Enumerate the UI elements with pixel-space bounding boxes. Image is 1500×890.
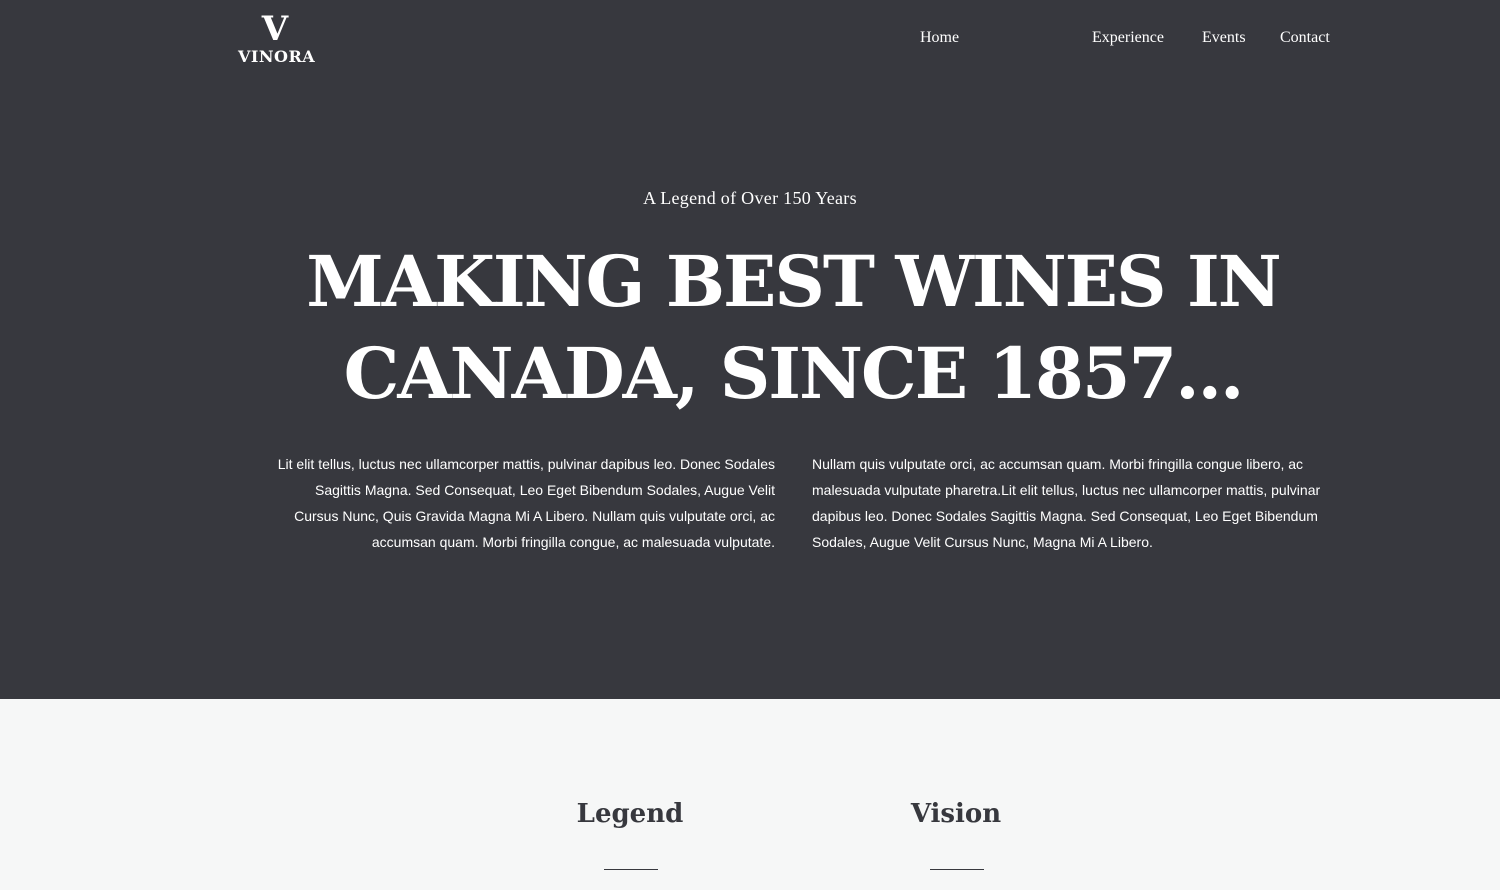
hero-headline: MAKING BEST WINES IN CANADA, SINCE 1857.…	[306, 240, 1281, 415]
features-section: Legend Vision	[0, 699, 1500, 890]
nav-item-experience[interactable]: Experience	[1092, 28, 1164, 48]
hero-paragraph-left: Lit elit tellus, luctus nec ullamcorper …	[277, 456, 775, 550]
site-logo[interactable]: V VINORA	[238, 9, 316, 66]
logo-wordmark: VINORA	[238, 47, 316, 66]
feature-title-vision: Vision	[910, 799, 1002, 829]
nav-item-events[interactable]: Events	[1202, 28, 1246, 48]
logo-mark: V	[261, 9, 289, 49]
hero-eyebrow: A Legend of Over 150 Years	[643, 188, 857, 208]
feature-divider-legend	[604, 869, 658, 870]
feature-title-legend: Legend	[576, 799, 684, 829]
nav-item-home[interactable]: Home	[920, 28, 959, 48]
nav-item-contact[interactable]: Contact	[1280, 28, 1330, 48]
hero-paragraph-right: Nullam quis vulputate orci, ac accumsan …	[812, 456, 1321, 550]
hero-section: V VINORA Home Experience Events Contact …	[0, 0, 1500, 699]
feature-divider-vision	[930, 869, 984, 870]
